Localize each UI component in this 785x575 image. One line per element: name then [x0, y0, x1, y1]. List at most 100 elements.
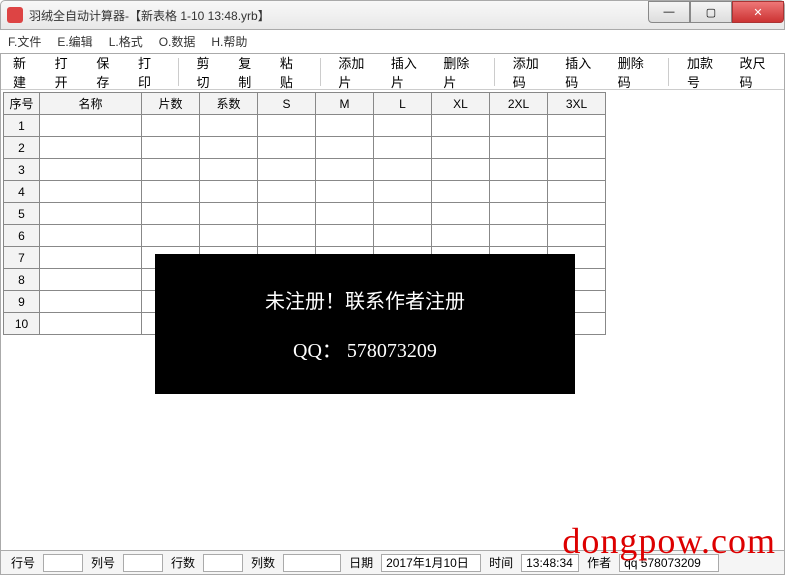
grid-cell[interactable] — [258, 225, 316, 247]
grid-cell[interactable] — [40, 247, 142, 269]
row-number[interactable]: 8 — [4, 269, 40, 291]
table-row[interactable]: 4 — [4, 181, 606, 203]
grid-cell[interactable] — [490, 115, 548, 137]
grid-cell[interactable] — [374, 225, 432, 247]
row-number[interactable]: 6 — [4, 225, 40, 247]
grid-cell[interactable] — [374, 203, 432, 225]
grid-cell[interactable] — [432, 115, 490, 137]
grid-cell[interactable] — [200, 159, 258, 181]
header-xl[interactable]: XL — [432, 93, 490, 115]
row-number[interactable]: 7 — [4, 247, 40, 269]
grid-cell[interactable] — [316, 225, 374, 247]
paste-button[interactable]: 粘贴 — [276, 51, 306, 93]
grid-cell[interactable] — [548, 225, 606, 247]
row-number[interactable]: 2 — [4, 137, 40, 159]
grid-cell[interactable] — [432, 159, 490, 181]
add-piece-button[interactable]: 添加片 — [334, 51, 375, 93]
insert-piece-button[interactable]: 插入片 — [387, 51, 428, 93]
grid-cell[interactable] — [142, 137, 200, 159]
delete-size-button[interactable]: 删除码 — [614, 51, 655, 93]
grid-cell[interactable] — [200, 137, 258, 159]
grid-cell[interactable] — [40, 115, 142, 137]
table-row[interactable]: 3 — [4, 159, 606, 181]
close-button[interactable]: ✕ — [732, 1, 784, 23]
grid-cell[interactable] — [490, 181, 548, 203]
grid-cell[interactable] — [40, 203, 142, 225]
grid-cell[interactable] — [40, 291, 142, 313]
menu-edit[interactable]: E.编辑 — [57, 33, 92, 50]
menu-data[interactable]: O.数据 — [159, 33, 196, 50]
grid-cell[interactable] — [142, 115, 200, 137]
grid-cell[interactable] — [316, 137, 374, 159]
grid-cell[interactable] — [258, 137, 316, 159]
grid-cell[interactable] — [374, 159, 432, 181]
maximize-button[interactable]: ▢ — [690, 1, 732, 23]
grid-cell[interactable] — [142, 203, 200, 225]
table-row[interactable]: 5 — [4, 203, 606, 225]
minimize-button[interactable]: — — [648, 1, 690, 23]
grid-cell[interactable] — [40, 181, 142, 203]
add-style-button[interactable]: 加款号 — [683, 51, 724, 93]
delete-piece-button[interactable]: 删除片 — [439, 51, 480, 93]
grid-cell[interactable] — [316, 181, 374, 203]
row-number[interactable]: 5 — [4, 203, 40, 225]
insert-size-button[interactable]: 插入码 — [561, 51, 602, 93]
header-l[interactable]: L — [374, 93, 432, 115]
grid-cell[interactable] — [40, 269, 142, 291]
add-size-button[interactable]: 添加码 — [509, 51, 550, 93]
grid-cell[interactable] — [432, 203, 490, 225]
grid-cell[interactable] — [432, 181, 490, 203]
row-number[interactable]: 1 — [4, 115, 40, 137]
header-pieces[interactable]: 片数 — [142, 93, 200, 115]
change-size-button[interactable]: 改尺码 — [736, 51, 777, 93]
grid-cell[interactable] — [40, 225, 142, 247]
table-row[interactable]: 2 — [4, 137, 606, 159]
grid-cell[interactable] — [490, 137, 548, 159]
new-button[interactable]: 新建 — [9, 51, 39, 93]
row-number[interactable]: 3 — [4, 159, 40, 181]
grid-cell[interactable] — [548, 181, 606, 203]
menu-help[interactable]: H.帮助 — [211, 33, 247, 50]
grid-cell[interactable] — [40, 313, 142, 335]
grid-cell[interactable] — [432, 137, 490, 159]
grid-cell[interactable] — [548, 159, 606, 181]
grid-cell[interactable] — [142, 181, 200, 203]
grid-cell[interactable] — [374, 115, 432, 137]
grid-cell[interactable] — [374, 181, 432, 203]
table-row[interactable]: 6 — [4, 225, 606, 247]
open-button[interactable]: 打开 — [51, 51, 81, 93]
print-button[interactable]: 打印 — [134, 51, 164, 93]
grid-cell[interactable] — [432, 225, 490, 247]
grid-cell[interactable] — [258, 181, 316, 203]
grid-cell[interactable] — [258, 159, 316, 181]
row-number[interactable]: 10 — [4, 313, 40, 335]
grid-cell[interactable] — [490, 203, 548, 225]
grid-cell[interactable] — [200, 181, 258, 203]
grid-cell[interactable] — [258, 115, 316, 137]
grid-cell[interactable] — [142, 159, 200, 181]
grid-cell[interactable] — [142, 225, 200, 247]
grid-cell[interactable] — [200, 115, 258, 137]
grid-cell[interactable] — [548, 137, 606, 159]
save-button[interactable]: 保存 — [92, 51, 122, 93]
row-number[interactable]: 4 — [4, 181, 40, 203]
grid-cell[interactable] — [374, 137, 432, 159]
header-m[interactable]: M — [316, 93, 374, 115]
menu-format[interactable]: L.格式 — [109, 33, 143, 50]
grid-cell[interactable] — [548, 115, 606, 137]
cut-button[interactable]: 剪切 — [193, 51, 223, 93]
grid-cell[interactable] — [258, 203, 316, 225]
grid-cell[interactable] — [40, 137, 142, 159]
header-3xl[interactable]: 3XL — [548, 93, 606, 115]
header-s[interactable]: S — [258, 93, 316, 115]
table-row[interactable]: 1 — [4, 115, 606, 137]
header-coef[interactable]: 系数 — [200, 93, 258, 115]
header-rownum[interactable]: 序号 — [4, 93, 40, 115]
header-name[interactable]: 名称 — [40, 93, 142, 115]
grid-cell[interactable] — [316, 159, 374, 181]
grid-cell[interactable] — [316, 203, 374, 225]
grid-cell[interactable] — [200, 225, 258, 247]
row-number[interactable]: 9 — [4, 291, 40, 313]
grid-cell[interactable] — [40, 159, 142, 181]
grid-cell[interactable] — [490, 225, 548, 247]
